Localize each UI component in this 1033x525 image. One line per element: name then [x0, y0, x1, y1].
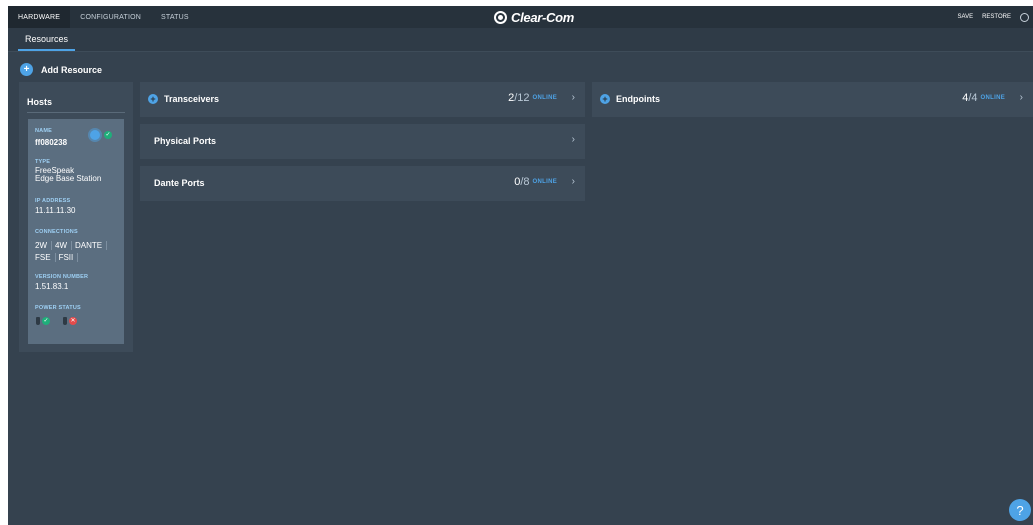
- host-type-line2: Edge Base Station: [35, 174, 102, 183]
- brand-name: Clear-Com: [511, 9, 575, 25]
- endpoints-count: 4/4 ONLINE: [962, 92, 1005, 104]
- tab-resources[interactable]: Resources: [18, 28, 76, 51]
- power-status-label: POWER STATUS: [35, 305, 81, 311]
- version-label: VERSION NUMBER: [35, 274, 89, 280]
- transceivers-label: Transceivers: [164, 94, 220, 104]
- host-version: 1.51.83.1: [35, 282, 69, 291]
- connections-list: 2W 4W DANTE FSE FSII: [35, 241, 121, 262]
- chevron-right-icon: ›: [571, 176, 575, 187]
- top-nav-bar: HARDWARE CONFIGURATION STATUS Clear-Com …: [8, 6, 1033, 28]
- endpoints-card[interactable]: + Endpoints 4/4 ONLINE ›: [592, 82, 1033, 117]
- total-count: /8: [520, 176, 530, 188]
- online-status-label: ONLINE: [532, 95, 557, 102]
- total-count: /4: [968, 92, 978, 104]
- gear-icon[interactable]: [90, 130, 100, 140]
- chevron-right-icon: ›: [571, 92, 575, 103]
- connections-label: CONNECTIONS: [35, 229, 78, 235]
- save-button[interactable]: SAVE: [958, 14, 974, 20]
- physical-ports-card[interactable]: Physical Ports ›: [140, 124, 585, 159]
- hosts-panel: Hosts NAME ✓ ff080238 TYPE FreeSpeak Edg…: [19, 82, 133, 352]
- plus-circle-icon: +: [600, 94, 610, 104]
- tab-configuration[interactable]: CONFIGURATION: [70, 6, 151, 28]
- power-plug-icon: [63, 317, 67, 325]
- transceivers-count: 2/12 ONLINE: [508, 92, 557, 104]
- app-window: HARDWARE CONFIGURATION STATUS Clear-Com …: [8, 6, 1033, 525]
- chevron-right-icon: ›: [1019, 92, 1023, 103]
- dante-ports-label: Dante Ports: [154, 178, 205, 188]
- restore-button[interactable]: RESTORE: [982, 14, 1011, 20]
- connection-2w: 2W: [35, 241, 52, 250]
- power-plug-icon: [36, 317, 40, 325]
- power-error-icon: ✕: [69, 317, 77, 325]
- chevron-right-icon: ›: [571, 134, 575, 145]
- clear-com-logo-icon: [494, 10, 507, 24]
- hosts-title: Hosts: [27, 97, 53, 107]
- transceivers-card[interactable]: + Transceivers 2/12 ONLINE ›: [140, 82, 585, 117]
- connection-fsii: FSII: [59, 253, 79, 262]
- online-check-icon: ✓: [104, 131, 112, 139]
- plus-circle-icon: +: [148, 94, 158, 104]
- endpoints-label: Endpoints: [616, 94, 660, 104]
- total-count: /12: [514, 92, 530, 104]
- host-name: ff080238: [35, 138, 68, 147]
- connection-4w: 4W: [55, 241, 72, 250]
- physical-ports-label: Physical Ports: [154, 136, 217, 146]
- ip-label: IP ADDRESS: [35, 198, 71, 204]
- power-ok-icon: ✓: [42, 317, 50, 325]
- add-resource-button[interactable]: + Add Resource: [20, 63, 102, 76]
- dante-ports-count: 0/8 ONLINE: [514, 176, 557, 188]
- top-actions: SAVE RESTORE: [958, 6, 1033, 28]
- help-button[interactable]: ?: [1009, 499, 1031, 521]
- hosts-divider: [27, 112, 125, 113]
- tab-status[interactable]: STATUS: [151, 6, 199, 28]
- connection-fse: FSE: [35, 253, 56, 262]
- plus-circle-icon: +: [20, 63, 33, 76]
- type-label: TYPE: [35, 159, 51, 165]
- online-status-label: ONLINE: [532, 179, 557, 186]
- tab-hardware[interactable]: HARDWARE: [8, 6, 71, 28]
- clear-com-logo: Clear-Com: [494, 9, 574, 25]
- sub-nav: Resources: [8, 28, 1033, 52]
- user-icon[interactable]: [1020, 12, 1029, 22]
- host-card[interactable]: NAME ✓ ff080238 TYPE FreeSpeak Edge Base…: [28, 119, 124, 344]
- add-resource-label: Add Resource: [41, 64, 103, 75]
- name-label: NAME: [35, 128, 52, 134]
- connection-dante: DANTE: [75, 241, 108, 250]
- dante-ports-card[interactable]: Dante Ports 0/8 ONLINE ›: [140, 166, 585, 201]
- online-status-label: ONLINE: [980, 95, 1005, 102]
- host-ip: 11.11.11.30: [35, 206, 76, 215]
